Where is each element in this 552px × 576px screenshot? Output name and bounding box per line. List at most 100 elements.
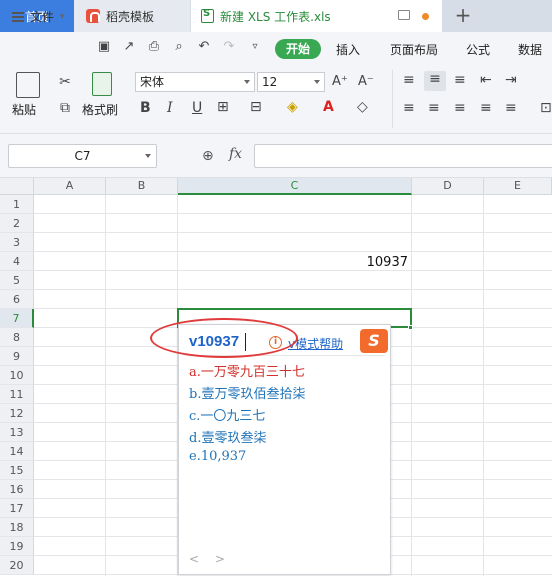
- row-header-20[interactable]: 20: [0, 556, 34, 575]
- row-header-7[interactable]: 7: [0, 309, 34, 328]
- row-header-10[interactable]: 10: [0, 366, 34, 385]
- ime-candidate[interactable]: c.一〇九三七: [189, 405, 265, 424]
- indent-increase-icon[interactable]: ⇥: [505, 72, 517, 88]
- tab-document-label: 新建 XLS 工作表.xls: [220, 9, 331, 24]
- redo-icon[interactable]: ↷: [222, 40, 236, 54]
- align-left-icon[interactable]: ≡: [403, 100, 415, 116]
- align-right-icon[interactable]: ≡: [454, 100, 466, 116]
- font-size-value: 12: [262, 75, 278, 89]
- justify-icon[interactable]: ≡: [480, 100, 492, 116]
- grid-line: [34, 232, 552, 233]
- copy-icon[interactable]: ⧉: [57, 100, 73, 116]
- row-header-18[interactable]: 18: [0, 518, 34, 537]
- paste-label[interactable]: 粘贴: [12, 101, 36, 118]
- chevron-down-icon: [314, 80, 320, 84]
- grid-line: [34, 289, 552, 290]
- italic-icon[interactable]: I: [167, 100, 173, 116]
- row-header-1[interactable]: 1: [0, 195, 34, 214]
- grid-line: [34, 251, 552, 252]
- row-header-11[interactable]: 11: [0, 385, 34, 404]
- save-icon[interactable]: ▣: [97, 40, 111, 54]
- ime-candidate[interactable]: d.壹零玖叁柒: [189, 427, 266, 446]
- row-header-12[interactable]: 12: [0, 404, 34, 423]
- grid-line: [34, 270, 552, 271]
- bold-icon[interactable]: B: [140, 100, 151, 116]
- menu-insert-tab[interactable]: 插入: [336, 41, 360, 58]
- menu-layout-tab[interactable]: 页面布局: [390, 41, 438, 58]
- print-icon[interactable]: ⎙: [147, 40, 161, 54]
- file-menu[interactable]: 文件 ▾: [12, 8, 65, 25]
- format-painter-label[interactable]: 格式刷: [82, 101, 118, 118]
- clear-eraser-icon[interactable]: ◇: [357, 99, 368, 115]
- distribute-icon[interactable]: ≡: [505, 100, 517, 116]
- hamburger-icon: [12, 11, 24, 22]
- grid-line: [105, 195, 106, 576]
- row-header-13[interactable]: 13: [0, 423, 34, 442]
- menu-data-tab[interactable]: 数据: [518, 41, 542, 58]
- font-grow-icon[interactable]: A⁺: [332, 74, 348, 90]
- indent-decrease-icon[interactable]: ⇤: [480, 72, 492, 88]
- merge-cells-icon[interactable]: ⊟: [250, 99, 262, 115]
- ime-candidate[interactable]: a.一万零九百三十七: [189, 361, 305, 380]
- column-header-b[interactable]: B: [106, 178, 178, 195]
- align-bottom-icon[interactable]: ≡: [454, 72, 466, 88]
- font-name-value: 宋体: [140, 75, 165, 89]
- row-header-15[interactable]: 15: [0, 461, 34, 480]
- column-header-d[interactable]: D: [412, 178, 484, 195]
- align-middle-icon[interactable]: ≡: [424, 71, 446, 91]
- menu-start-tab[interactable]: 开始: [275, 39, 321, 59]
- font-size-select[interactable]: 12: [257, 72, 325, 92]
- row-header-2[interactable]: 2: [0, 214, 34, 233]
- name-box-value: C7: [74, 149, 91, 163]
- formula-input[interactable]: [254, 144, 552, 168]
- row-header-17[interactable]: 17: [0, 499, 34, 518]
- row-header-3[interactable]: 3: [0, 233, 34, 252]
- font-name-select[interactable]: 宋体: [135, 72, 255, 92]
- paste-clipboard-icon[interactable]: [16, 72, 40, 98]
- column-header-e[interactable]: E: [484, 178, 552, 195]
- select-all-corner[interactable]: [0, 178, 34, 195]
- row-header-6[interactable]: 6: [0, 290, 34, 309]
- undo-icon[interactable]: ↶: [197, 40, 211, 54]
- menu-formula-tab[interactable]: 公式: [466, 41, 490, 58]
- function-fx-icon[interactable]: fx: [229, 146, 242, 162]
- unsaved-dot-icon: [422, 13, 429, 20]
- merge-center-icon[interactable]: ⊡: [540, 100, 552, 116]
- print-preview-icon[interactable]: ⌕: [172, 40, 186, 54]
- tab-template[interactable]: 稻壳模板: [74, 0, 190, 32]
- ime-candidate[interactable]: e.10,937: [189, 449, 246, 464]
- fill-handle[interactable]: [408, 325, 413, 330]
- annotation-ellipse: [150, 318, 298, 358]
- name-box[interactable]: C7: [8, 144, 157, 168]
- monitor-icon[interactable]: [398, 10, 410, 20]
- spreadsheet-icon: [201, 8, 214, 23]
- column-header-a[interactable]: A: [34, 178, 106, 195]
- ime-candidate[interactable]: b.壹万零玖佰叁拾柒: [189, 383, 305, 402]
- row-header-5[interactable]: 5: [0, 271, 34, 290]
- export-icon[interactable]: ↗: [122, 40, 136, 54]
- border-icon[interactable]: ⊞: [217, 99, 229, 115]
- fill-color-icon[interactable]: ◈: [287, 99, 298, 115]
- title-tab-bar: 首页 稻壳模板 新建 XLS 工作表.xls +: [0, 0, 552, 32]
- format-painter-brush-icon[interactable]: [92, 72, 112, 96]
- ime-page-nav[interactable]: < >: [189, 552, 231, 566]
- customize-dropdown-icon[interactable]: ▿: [248, 40, 262, 54]
- row-header-19[interactable]: 19: [0, 537, 34, 556]
- row-header-9[interactable]: 9: [0, 347, 34, 366]
- grid-line: [411, 195, 412, 576]
- zoom-search-icon[interactable]: ⊕: [202, 148, 214, 164]
- align-center-icon[interactable]: ≡: [428, 100, 440, 116]
- cell-c4[interactable]: 10937: [300, 255, 408, 270]
- font-shrink-icon[interactable]: A⁻: [358, 74, 374, 90]
- row-header-14[interactable]: 14: [0, 442, 34, 461]
- chevron-down-icon: ▾: [60, 11, 65, 22]
- row-header-4[interactable]: 4: [0, 252, 34, 271]
- column-header-c[interactable]: C: [178, 178, 412, 195]
- cut-scissors-icon[interactable]: ✂: [57, 74, 73, 90]
- row-header-16[interactable]: 16: [0, 480, 34, 499]
- new-tab-plus-icon[interactable]: +: [452, 4, 474, 28]
- underline-icon[interactable]: U: [192, 100, 202, 116]
- row-header-8[interactable]: 8: [0, 328, 34, 347]
- align-top-icon[interactable]: ≡: [403, 72, 415, 88]
- font-color-icon[interactable]: A: [323, 99, 334, 115]
